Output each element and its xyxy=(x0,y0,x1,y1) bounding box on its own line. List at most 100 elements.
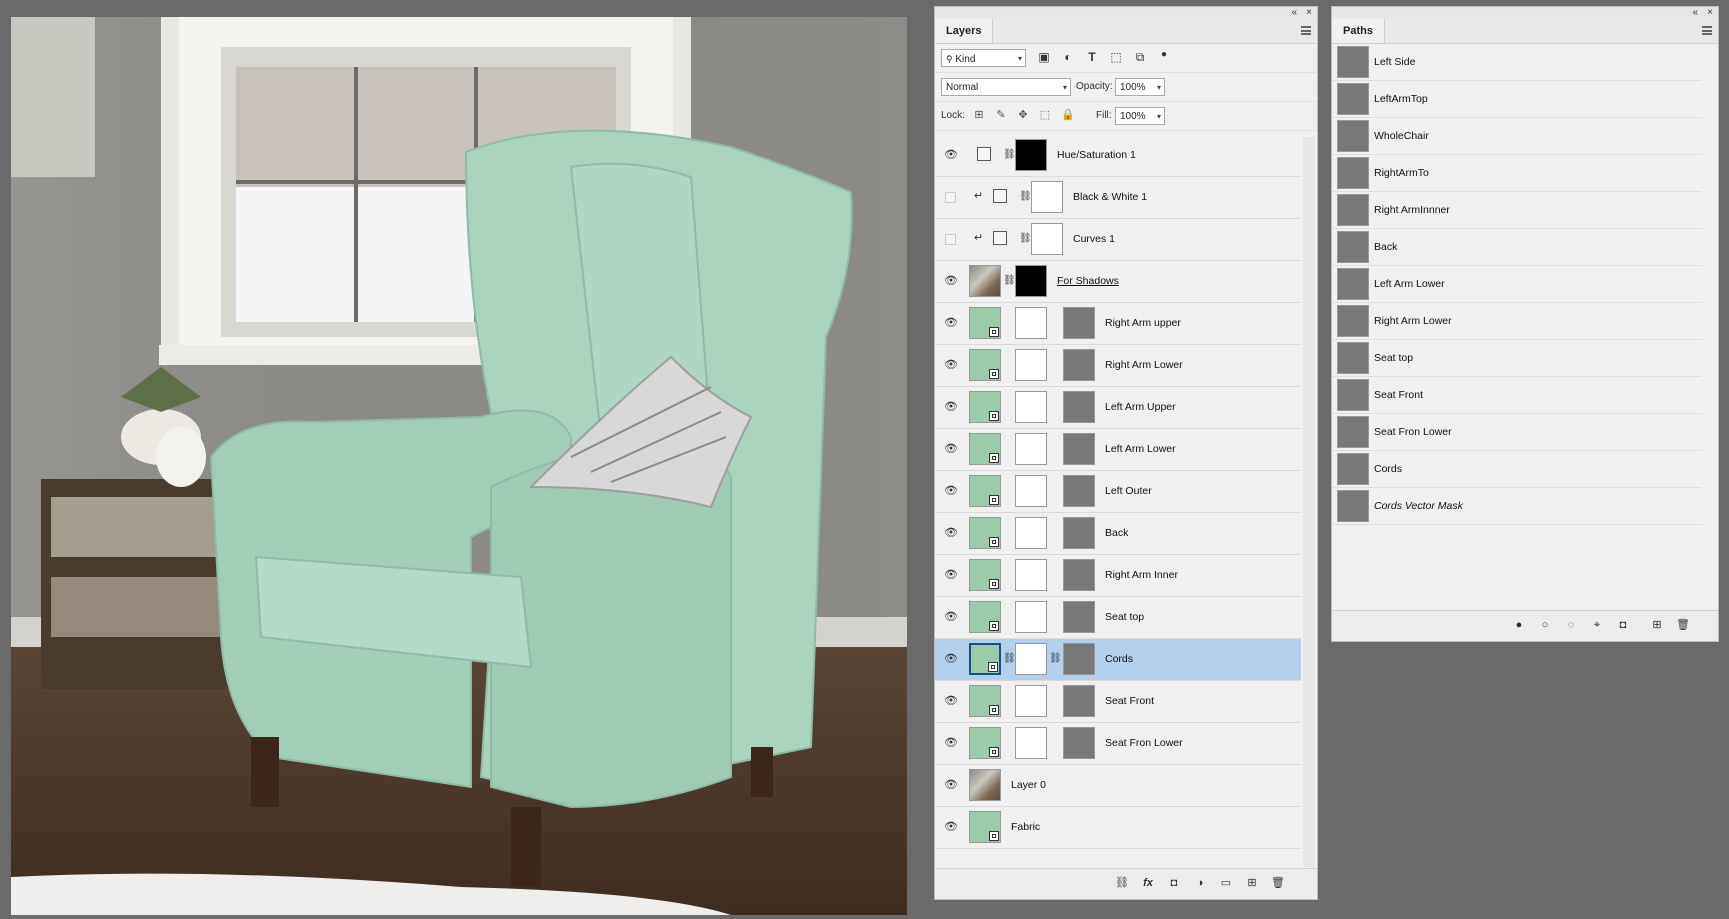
panel-menu-icon[interactable] xyxy=(1301,26,1311,35)
filter-toggle-icon[interactable]: ● xyxy=(1157,47,1171,63)
lock-pixels-icon[interactable]: ✎ xyxy=(995,108,1007,122)
layer-row[interactable]: 👁 Seat Front xyxy=(935,681,1301,723)
layer-mask-thumbnail[interactable] xyxy=(1015,349,1047,381)
path-row[interactable]: Left Side xyxy=(1332,44,1702,81)
stroke-path-icon[interactable]: ○ xyxy=(1538,618,1552,632)
eye-icon[interactable]: 👁 xyxy=(944,527,958,539)
path-row[interactable]: LeftArmTop xyxy=(1332,81,1702,118)
tab-paths[interactable]: Paths xyxy=(1332,19,1385,43)
new-group-icon[interactable]: ▭ xyxy=(1219,876,1233,890)
layer-mask-thumbnail[interactable] xyxy=(1015,685,1047,717)
lock-position-icon[interactable]: ✥ xyxy=(1017,108,1029,122)
layer-row[interactable]: 👁 Layer 0 xyxy=(935,765,1301,807)
link-icon[interactable]: ⛓ xyxy=(1019,190,1032,204)
path-row[interactable]: Back xyxy=(1332,229,1702,266)
layers-scrollbar[interactable] xyxy=(1303,137,1315,867)
layer-mask-thumbnail[interactable] xyxy=(1015,727,1047,759)
layer-row[interactable]: 👁 Back xyxy=(935,513,1301,555)
layer-row[interactable]: ↵ ⛓ Curves 1 xyxy=(935,219,1301,261)
layer-row[interactable]: 👁 ⛓ ⛓ Cords xyxy=(935,639,1301,681)
blend-mode-select[interactable]: Normal ▾ xyxy=(941,78,1071,96)
path-row[interactable]: Seat top xyxy=(1332,340,1702,377)
layer-row[interactable]: 👁 ⛓ For Shadows xyxy=(935,261,1301,303)
link-icon[interactable]: ⛓ xyxy=(1049,652,1062,666)
trash-icon[interactable]: 🗑 xyxy=(1676,618,1690,632)
layer-thumbnail[interactable] xyxy=(969,307,1001,339)
layer-mask-thumbnail[interactable] xyxy=(1015,559,1047,591)
layer-thumbnail[interactable] xyxy=(969,769,1001,801)
eye-icon[interactable]: 👁 xyxy=(944,443,958,455)
make-path-icon[interactable]: ⌖ xyxy=(1590,618,1604,632)
add-mask-icon[interactable]: ◘ xyxy=(1616,618,1630,632)
fx-icon[interactable]: fx xyxy=(1141,876,1155,890)
vector-mask-thumbnail[interactable] xyxy=(1063,517,1095,549)
layer-mask-thumbnail[interactable] xyxy=(1015,601,1047,633)
vector-mask-thumbnail[interactable] xyxy=(1063,307,1095,339)
eye-icon[interactable]: 👁 xyxy=(944,569,958,581)
close-icon[interactable]: × xyxy=(1707,7,1713,19)
link-icon[interactable]: ⛓ xyxy=(1003,274,1016,288)
visibility-toggle[interactable] xyxy=(945,234,956,245)
layer-thumbnail[interactable] xyxy=(969,265,1001,297)
lock-all-icon[interactable]: 🔒 xyxy=(1061,108,1075,122)
link-icon[interactable]: ⛓ xyxy=(1019,232,1032,246)
layer-thumbnail[interactable] xyxy=(969,811,1001,843)
opacity-field[interactable]: 100% ▾ xyxy=(1115,78,1165,96)
layer-mask-thumbnail[interactable] xyxy=(1015,265,1047,297)
visibility-toggle[interactable] xyxy=(945,192,956,203)
layer-row[interactable]: 👁 Seat Fron Lower xyxy=(935,723,1301,765)
path-row[interactable]: RightArmTo xyxy=(1332,155,1702,192)
path-row[interactable]: Right Arm Lower xyxy=(1332,303,1702,340)
path-row[interactable]: Cords Vector Mask xyxy=(1332,488,1702,525)
eye-icon[interactable]: 👁 xyxy=(944,275,958,287)
link-icon[interactable]: ⛓ xyxy=(1003,148,1016,162)
eye-icon[interactable]: 👁 xyxy=(944,653,958,665)
vector-mask-thumbnail[interactable] xyxy=(1063,643,1095,675)
vector-mask-thumbnail[interactable] xyxy=(1063,349,1095,381)
vector-mask-thumbnail[interactable] xyxy=(1063,433,1095,465)
eye-icon[interactable]: 👁 xyxy=(944,779,958,791)
layer-mask-thumbnail[interactable] xyxy=(1031,223,1063,255)
layer-row[interactable]: 👁 Right Arm Inner xyxy=(935,555,1301,597)
filter-kind-select[interactable]: ⚲ Kind ▾ xyxy=(941,49,1026,67)
path-row[interactable]: WholeChair xyxy=(1332,118,1702,155)
trash-icon[interactable]: 🗑 xyxy=(1271,876,1285,890)
layer-thumbnail[interactable] xyxy=(969,433,1001,465)
layer-thumbnail[interactable] xyxy=(969,349,1001,381)
layer-thumbnail[interactable] xyxy=(969,391,1001,423)
layer-mask-thumbnail[interactable] xyxy=(1015,475,1047,507)
layer-row[interactable]: ↵ ⛓ Black & White 1 xyxy=(935,177,1301,219)
path-row[interactable]: Left Arm Lower xyxy=(1332,266,1702,303)
layer-mask-thumbnail[interactable] xyxy=(1015,307,1047,339)
eye-icon[interactable]: 👁 xyxy=(944,737,958,749)
new-layer-icon[interactable]: ⊞ xyxy=(1245,876,1259,890)
vector-mask-thumbnail[interactable] xyxy=(1063,559,1095,591)
fill-field[interactable]: 100% ▾ xyxy=(1115,107,1165,125)
new-adjustment-icon[interactable]: ◑ xyxy=(1193,876,1207,890)
layer-mask-thumbnail[interactable] xyxy=(1015,391,1047,423)
eye-icon[interactable]: 👁 xyxy=(944,611,958,623)
lock-artboard-icon[interactable]: ⬚ xyxy=(1039,108,1051,122)
eye-icon[interactable]: 👁 xyxy=(944,485,958,497)
layer-row[interactable]: 👁 Left Arm Upper xyxy=(935,387,1301,429)
lock-transparency-icon[interactable]: ⊞ xyxy=(973,108,985,122)
new-path-icon[interactable]: ⊞ xyxy=(1650,618,1664,632)
eye-icon[interactable]: 👁 xyxy=(944,317,958,329)
eye-icon[interactable]: 👁 xyxy=(944,359,958,371)
layer-mask-thumbnail[interactable] xyxy=(1015,643,1047,675)
tab-layers[interactable]: Layers xyxy=(935,19,994,43)
close-icon[interactable]: × xyxy=(1306,7,1312,19)
layer-thumbnail[interactable] xyxy=(969,685,1001,717)
type-filter-icon[interactable]: T xyxy=(1085,49,1099,65)
panel-menu-icon[interactable] xyxy=(1702,26,1712,35)
layer-mask-thumbnail[interactable] xyxy=(1015,517,1047,549)
path-row[interactable]: Cords xyxy=(1332,451,1702,488)
shape-filter-icon[interactable]: ⬚ xyxy=(1109,49,1123,65)
eye-icon[interactable]: 👁 xyxy=(944,401,958,413)
layer-thumbnail[interactable] xyxy=(969,475,1001,507)
layer-mask-thumbnail[interactable] xyxy=(1031,181,1063,213)
path-row[interactable]: Seat Front xyxy=(1332,377,1702,414)
vector-mask-thumbnail[interactable] xyxy=(1063,727,1095,759)
layer-row[interactable]: 👁 ⛓ Hue/Saturation 1 xyxy=(935,135,1301,177)
link-layers-icon[interactable]: ⛓ xyxy=(1115,876,1129,890)
